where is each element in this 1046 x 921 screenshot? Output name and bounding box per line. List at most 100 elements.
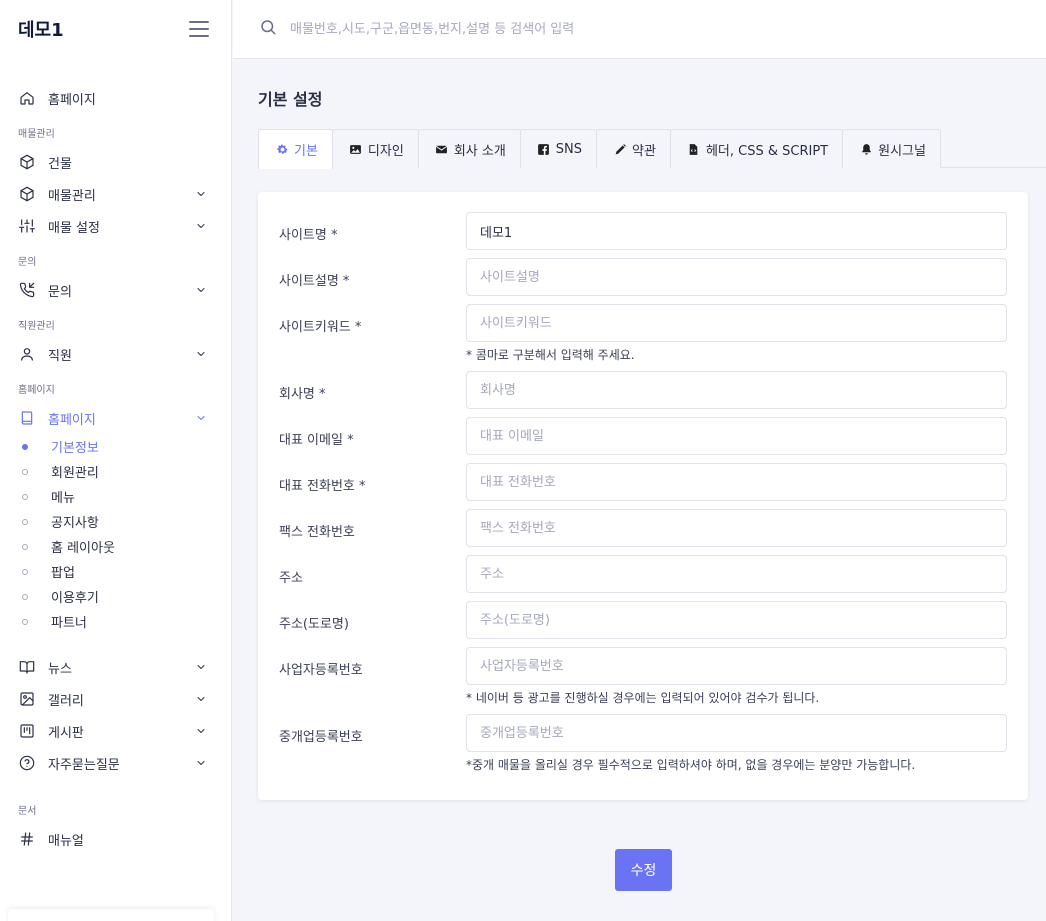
form-row-site-name: 사이트명 * [279, 212, 1007, 250]
sidebar-item-label: 게시판 [48, 725, 84, 741]
sidebar-section-inquiry: 문의 [18, 257, 37, 268]
main-content: 기본 설정 기본 디자인 회사 소개 SNS 약관 헤더, CSS & SCRI… [233, 59, 1046, 921]
tab-basic[interactable]: 기본 [258, 129, 333, 169]
sidebar-item-building[interactable]: 건물 [0, 146, 231, 178]
sidebar-item-inquiry[interactable]: 문의 [0, 274, 231, 306]
form-row-address: 주소 [279, 555, 1007, 593]
sidebar-item-label: 홈페이지 [48, 92, 96, 108]
tab-sns[interactable]: SNS [519, 129, 598, 168]
bullet-icon [22, 493, 28, 500]
site-name-input[interactable] [466, 212, 1007, 250]
site-keywords-label: 사이트키워드 * [279, 320, 362, 335]
sidebar-subitem-label: 공지사항 [51, 516, 99, 531]
image-icon [18, 690, 36, 708]
chevron-down-icon [195, 693, 207, 705]
tab-terms[interactable]: 약관 [596, 129, 671, 168]
sidebar-item-home[interactable]: 홈페이지 [0, 82, 231, 114]
tab-onesignal[interactable]: 원시그널 [842, 129, 941, 168]
site-desc-label: 사이트설명 * [279, 274, 350, 289]
brand-name[interactable]: 데모1 [18, 16, 64, 42]
image-icon [349, 142, 363, 156]
form-row-fax: 팩스 전화번호 [279, 509, 1007, 547]
form-row-biz-no: 사업자등록번호 * 네이버 등 광고를 진행하실 경우에는 입력되어 있어야 검… [279, 647, 1007, 706]
cube-icon [18, 153, 36, 171]
tab-header-css-script[interactable]: 헤더, CSS & SCRIPT [669, 129, 844, 168]
sidebar-item-label: 갤러리 [48, 693, 84, 709]
sidebar-subitem-members[interactable]: 회원관리 [0, 459, 231, 484]
gear-icon [275, 143, 289, 157]
submit-button[interactable]: 수정 [615, 849, 672, 891]
sidebar-item-property-mgmt[interactable]: 매물관리 [0, 178, 231, 210]
sidebar-item-news[interactable]: 뉴스 [0, 651, 231, 683]
hamburger-menu-icon[interactable] [189, 21, 209, 37]
topbar [233, 0, 1046, 59]
sidebar-item-label: 건물 [48, 156, 72, 172]
bullet-icon [22, 443, 28, 450]
sidebar-subitem-label: 기본정보 [51, 441, 99, 456]
chevron-down-icon [195, 412, 207, 424]
sidebar-subitem-menu[interactable]: 메뉴 [0, 484, 231, 509]
sidebar-subitem-label: 메뉴 [51, 491, 75, 506]
open-book-icon [18, 658, 36, 676]
sidebar-item-homepage[interactable]: 홈페이지 [0, 402, 231, 434]
site-keywords-input[interactable] [466, 304, 1007, 342]
broker-no-label: 중개업등록번호 [279, 730, 363, 745]
bullet-icon [22, 568, 28, 575]
broker-no-input[interactable] [466, 714, 1007, 752]
phone-incoming-icon [18, 281, 36, 299]
tab-label: 디자인 [367, 143, 404, 159]
sidebar-subitem-label: 회원관리 [51, 466, 99, 481]
site-desc-input[interactable] [466, 258, 1007, 296]
form-row-email: 대표 이메일 * [279, 417, 1007, 455]
sidebar-item-label: 뉴스 [48, 661, 72, 677]
email-label: 대표 이메일 * [279, 433, 354, 448]
tab-design[interactable]: 디자인 [331, 129, 419, 168]
sidebar-subitem-label: 홈 레이아웃 [51, 541, 115, 556]
address-input[interactable] [466, 555, 1007, 593]
chevron-down-icon [195, 220, 207, 232]
sidebar-subitem-partner[interactable]: 파트너 [0, 609, 231, 634]
road-address-input[interactable] [466, 601, 1007, 639]
sidebar-subitem-popup[interactable]: 팝업 [0, 559, 231, 584]
help-circle-icon [18, 754, 36, 772]
sidebar-item-label: 매뉴얼 [48, 833, 84, 849]
sidebar-item-label: 홈페이지 [48, 412, 96, 428]
sidebar-item-gallery[interactable]: 갤러리 [0, 683, 231, 715]
sidebar-item-board[interactable]: 게시판 [0, 715, 231, 747]
sidebar-subitem-home-layout[interactable]: 홈 레이아웃 [0, 534, 231, 559]
biz-no-help: * 네이버 등 광고를 진행하실 경우에는 입력되어 있어야 검수가 됩니다. [466, 691, 820, 705]
bullet-icon [22, 468, 28, 475]
tab-company-intro[interactable]: 회사 소개 [417, 129, 521, 168]
sidebar-item-label: 자주묻는질문 [48, 757, 120, 773]
site-name-label: 사이트명 * [279, 228, 338, 243]
chevron-down-icon [195, 348, 207, 360]
sidebar-subitem-reviews[interactable]: 이용후기 [0, 584, 231, 609]
tab-label: 원시그널 [878, 143, 926, 159]
brand-bar: 데모1 [0, 0, 231, 58]
sidebar-item-manual[interactable]: 매뉴얼 [0, 823, 231, 855]
road-address-label: 주소(도로명) [279, 617, 349, 632]
sidebar-subitem-basic-info[interactable]: 기본정보 [0, 434, 231, 459]
pen-icon [613, 142, 627, 156]
sidebar-item-property-settings[interactable]: 매물 설정 [0, 210, 231, 242]
tab-label: 약관 [632, 143, 656, 159]
form-row-broker-no: 중개업등록번호 *중개 매물을 올리실 경우 필수적으로 입력하셔야 하며, 없… [279, 714, 1007, 773]
hash-icon [18, 830, 36, 848]
sidebar-subitem-notice[interactable]: 공지사항 [0, 509, 231, 534]
user-icon [18, 345, 36, 363]
email-input[interactable] [466, 417, 1007, 455]
sidebar-item-label: 매물관리 [48, 188, 96, 204]
site-keywords-help: * 콤마로 구분해서 입력해 주세요. [466, 348, 635, 362]
company-input[interactable] [466, 371, 1007, 409]
biz-no-input[interactable] [466, 647, 1007, 685]
sidebar-subitem-label: 팝업 [51, 566, 75, 581]
sidebar-item-faq[interactable]: 자주묻는질문 [0, 747, 231, 779]
sidebar-item-staff[interactable]: 직원 [0, 338, 231, 370]
bullet-icon [22, 618, 28, 625]
sidebar-item-label: 직원 [48, 348, 72, 364]
search-input[interactable] [290, 21, 890, 37]
phone-input[interactable] [466, 463, 1007, 501]
cube-icon [18, 185, 36, 203]
form-row-company: 회사명 * [279, 371, 1007, 409]
fax-input[interactable] [466, 509, 1007, 547]
